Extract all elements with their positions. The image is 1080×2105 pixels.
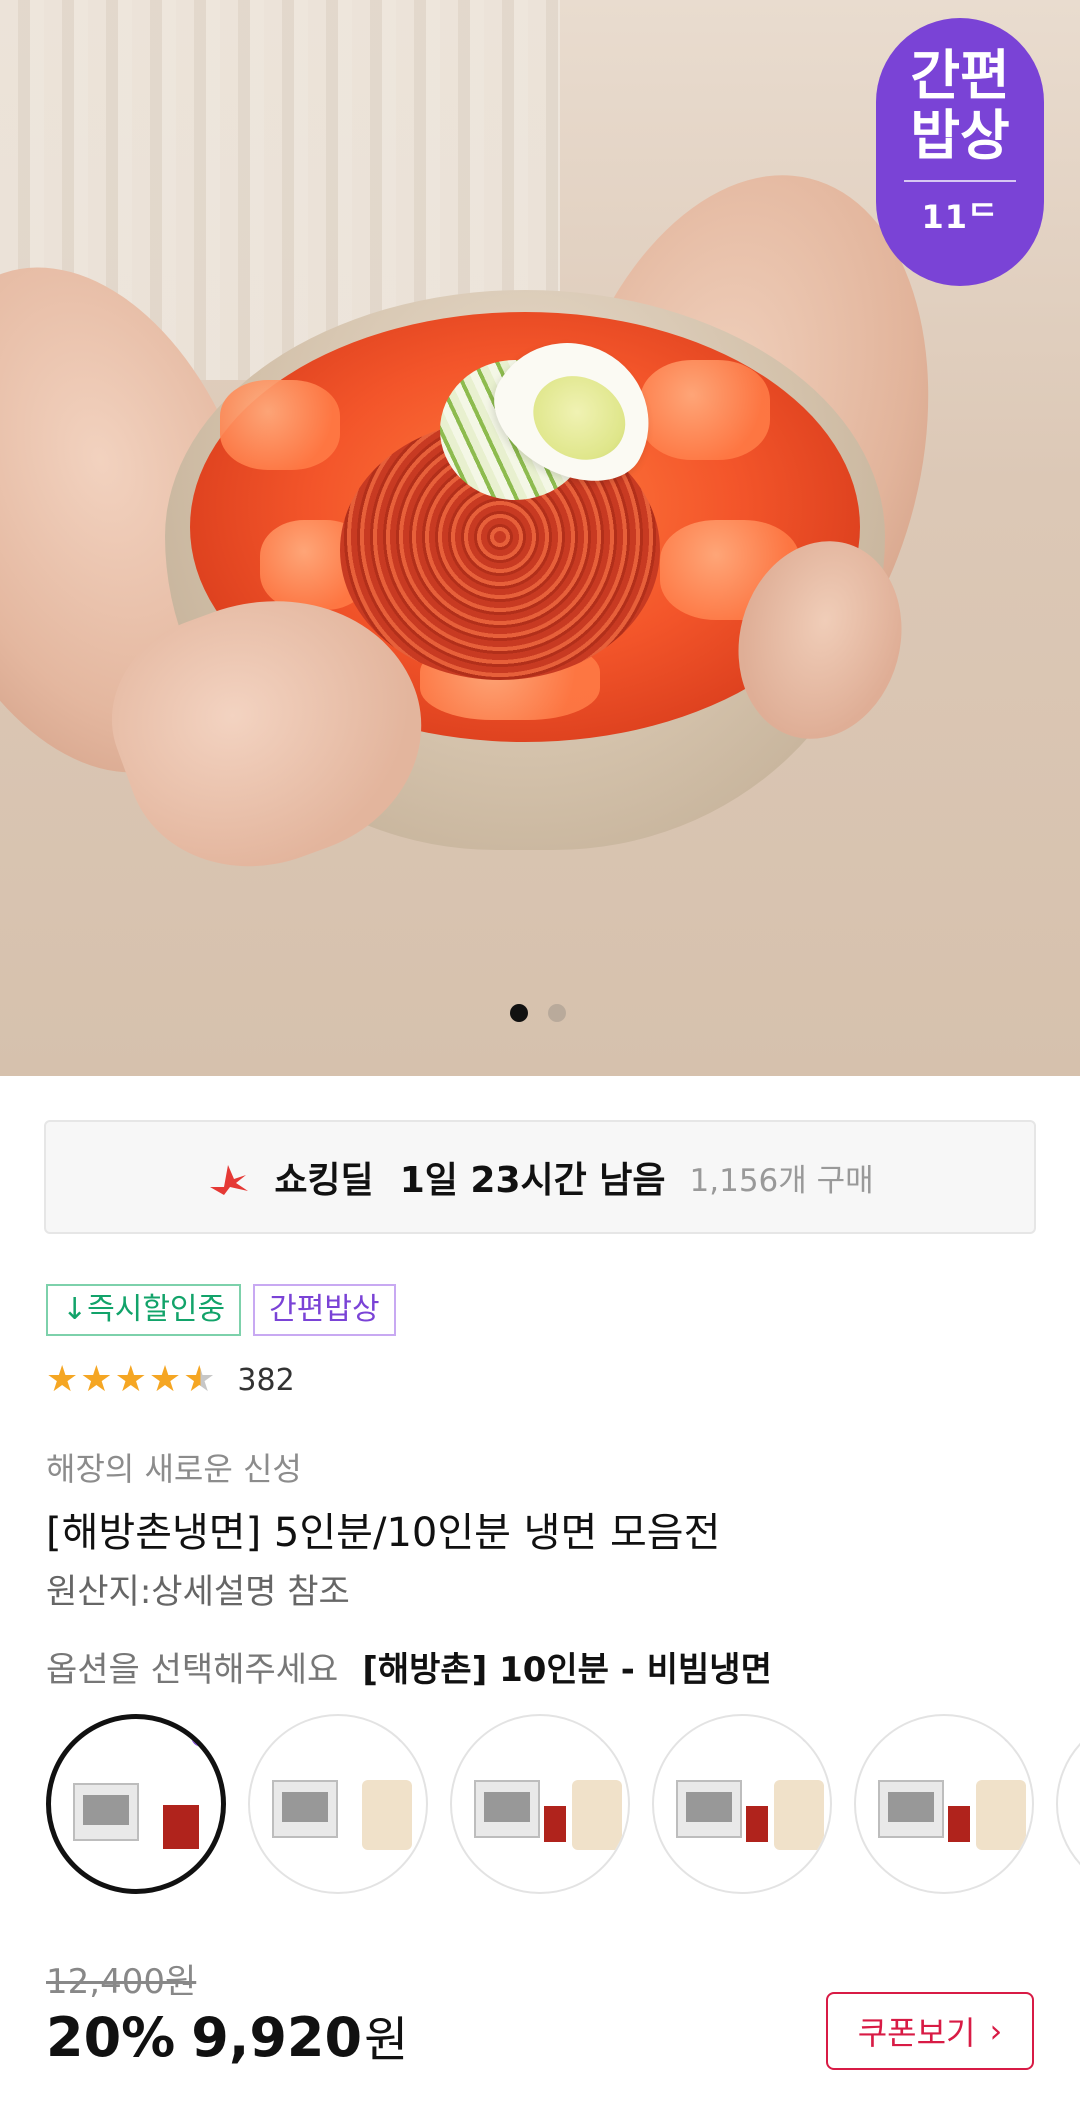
original-price: 12,400원 xyxy=(46,1962,197,2002)
option-thumbnail-2[interactable] xyxy=(248,1714,428,1894)
egg-yolk xyxy=(518,360,640,476)
broth-pouch-image xyxy=(362,1780,412,1850)
noodle-pack-image xyxy=(474,1780,540,1838)
rating[interactable]: ★ ★ ★ ★ ★ 382 xyxy=(46,1360,295,1400)
option-selector[interactable]: 옵션을 선택해주세요 [해방촌] 10인분 - 비빔냉면 xyxy=(46,1642,772,1691)
noodle-pack-image xyxy=(73,1783,139,1841)
noodle-pack-image xyxy=(272,1780,338,1838)
sauce-pack-image xyxy=(544,1806,566,1842)
badge-logo: 11ᄃ xyxy=(921,198,999,236)
carousel-dot-1[interactable] xyxy=(510,1004,528,1022)
price-row: 20% 9,920 원 xyxy=(46,2000,408,2070)
chevron-right-icon: › xyxy=(989,2012,1003,2050)
badge-corner-icon xyxy=(800,1722,822,1744)
option-thumbnail-3[interactable] xyxy=(450,1714,630,1894)
sauce-pack-image xyxy=(746,1806,768,1842)
broth-pouch-image xyxy=(774,1780,824,1850)
badge-line2: 밥상 xyxy=(910,104,1010,167)
star-icon: ★ xyxy=(46,1359,79,1400)
noodle-pack-image xyxy=(676,1780,742,1838)
ice-chunk xyxy=(220,380,340,470)
product-origin: 원산지:상세설명 참조 xyxy=(46,1572,350,1612)
sale-price: 9,920 xyxy=(191,2006,363,2069)
product-subtitle: 해장의 새로운 신성 xyxy=(46,1450,302,1488)
carousel-indicator xyxy=(510,1004,566,1022)
option-thumbnails xyxy=(46,1714,1080,1896)
noodle-pack-image xyxy=(878,1780,944,1838)
option-thumbnail-1[interactable] xyxy=(46,1714,226,1894)
deal-title: 쇼킹딜 xyxy=(274,1160,374,1201)
easy-meal-tag: 간편밥상 xyxy=(253,1284,396,1336)
star-icon: ★ xyxy=(80,1359,113,1400)
sauce-pack-image xyxy=(948,1806,970,1842)
deal-time-left: 1일 23시간 남음 xyxy=(399,1160,666,1201)
product-tags: ↓즉시할인중 간편밥상 xyxy=(46,1284,396,1336)
option-label: 옵션을 선택해주세요 xyxy=(46,1650,339,1690)
shocking-deal-icon xyxy=(210,1165,249,1195)
option-selected-value: [해방촌] 10인분 - 비빔냉면 xyxy=(362,1650,772,1690)
coupon-label: 쿠폰보기 xyxy=(857,2014,976,2052)
easy-meal-badge: 간편 밥상 11ᄃ xyxy=(876,18,1044,286)
review-count: 382 xyxy=(237,1362,295,1398)
star-icon: ★ xyxy=(114,1359,147,1400)
badge-corner-icon xyxy=(396,1722,418,1744)
instant-discount-tag: ↓즉시할인중 xyxy=(46,1284,242,1336)
half-star-icon: ★ xyxy=(183,1359,216,1400)
badge-divider xyxy=(904,180,1016,182)
ice-chunk xyxy=(640,360,770,460)
deal-purchase-count: 1,156개 구매 xyxy=(689,1162,874,1199)
sauce-pack-image xyxy=(163,1805,199,1849)
option-thumbnail-5[interactable] xyxy=(854,1714,1034,1894)
carousel-dot-2[interactable] xyxy=(548,1004,566,1022)
star-rating: ★ ★ ★ ★ ★ xyxy=(46,1360,215,1400)
badge-corner-icon xyxy=(598,1722,620,1744)
shocking-deal-bar: 쇼킹딜 1일 23시간 남음 1,156개 구매 xyxy=(44,1120,1036,1234)
option-thumbnail-6[interactable] xyxy=(1056,1714,1080,1894)
currency-unit: 원 xyxy=(364,2012,409,2068)
badge-line1: 간편 xyxy=(910,44,1010,107)
option-thumbnail-4[interactable] xyxy=(652,1714,832,1894)
badge-corner-icon xyxy=(1002,1722,1024,1744)
product-title: [해방촌냉면] 5인분/10인분 냉면 모음전 xyxy=(46,1510,721,1556)
discount-rate: 20% xyxy=(46,2006,176,2069)
star-icon: ★ xyxy=(148,1359,182,1400)
broth-pouch-image xyxy=(976,1780,1026,1850)
product-hero-image[interactable]: 간편 밥상 11ᄃ xyxy=(0,0,1080,1076)
view-coupon-button[interactable]: 쿠폰보기 › xyxy=(826,1992,1034,2070)
badge-corner-icon xyxy=(191,1725,213,1747)
broth-pouch-image xyxy=(572,1780,622,1850)
